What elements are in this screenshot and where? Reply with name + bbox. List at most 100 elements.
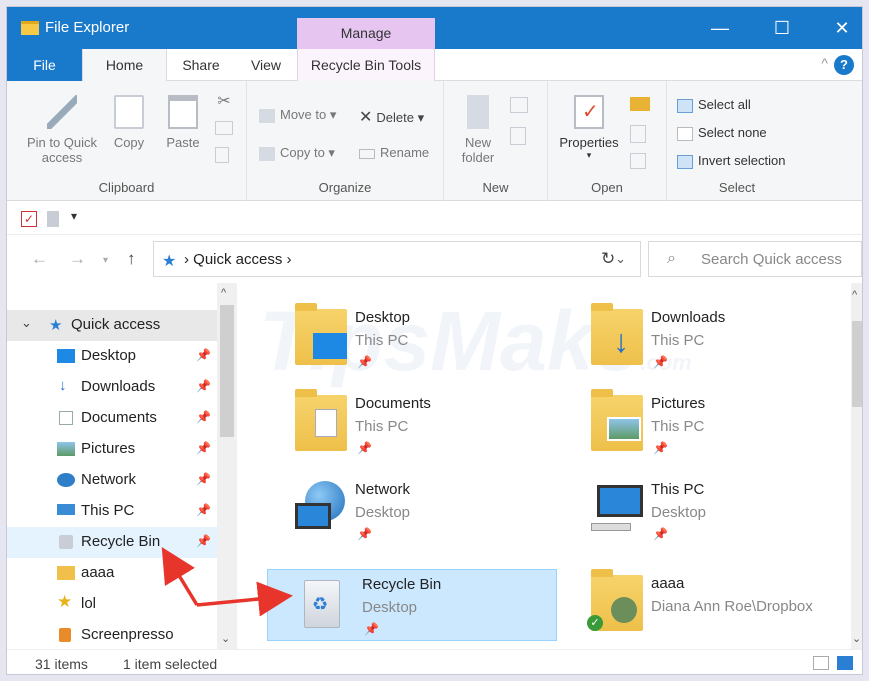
tile-documents[interactable]: Documents This PC 📌 xyxy=(261,389,551,461)
scroll-down-arrow-icon[interactable]: ⌄ xyxy=(852,632,861,645)
desktop-folder-icon xyxy=(295,303,347,365)
tab-file[interactable]: File xyxy=(7,49,82,81)
copy-to-icon xyxy=(259,146,275,161)
delete-button[interactable]: ✕ Delete ▾ xyxy=(359,107,424,127)
delete-x-icon: ✕ xyxy=(359,109,373,126)
maximize-button[interactable]: ☐ xyxy=(762,15,802,41)
new-folder-small-icon[interactable] xyxy=(47,211,59,227)
large-icons-view-icon[interactable] xyxy=(837,656,853,670)
tile-pictures[interactable]: Pictures This PC 📌 xyxy=(557,389,847,461)
cut-icon[interactable]: ✂ xyxy=(215,91,233,111)
pictures-icon xyxy=(57,442,75,456)
scroll-up-arrow-icon[interactable]: ^ xyxy=(221,287,226,299)
title-bar: File Explorer Manage — ☐ ✕ xyxy=(7,7,862,49)
network-icon xyxy=(57,473,75,487)
refresh-icon[interactable]: ↻ xyxy=(601,249,615,269)
nav-item-documents[interactable]: Documents 📌 xyxy=(7,403,217,434)
pin-icon[interactable]: 📌 xyxy=(196,441,211,455)
tab-view[interactable]: View xyxy=(235,49,297,81)
address-bar[interactable]: ★ › Quick access › ⌄ xyxy=(153,241,641,277)
tile-aaaa[interactable]: ✓ aaaa Diana Ann Roe\Dropbox xyxy=(557,569,847,641)
pin-icon[interactable]: 📌 xyxy=(196,410,211,424)
new-folder-button[interactable]: New folder xyxy=(452,95,504,165)
tile-network[interactable]: Network Desktop 📌 xyxy=(261,475,551,547)
close-button[interactable]: ✕ xyxy=(822,15,862,41)
nav-quick-access[interactable]: ⌄ ★ Quick access xyxy=(7,310,217,341)
status-bar: 31 items 1 item selected xyxy=(7,649,862,674)
copy-path-icon[interactable] xyxy=(215,121,233,135)
select-none-button[interactable]: Select none xyxy=(677,125,767,141)
nav-scrollbar[interactable]: ^ ⌄ xyxy=(217,283,237,649)
copy-to-button[interactable]: Copy to ▾ xyxy=(259,145,335,161)
pin-icon[interactable]: 📌 xyxy=(196,348,211,362)
rename-button[interactable]: Rename xyxy=(359,145,429,160)
scroll-down-arrow-icon[interactable]: ⌄ xyxy=(221,632,230,645)
minimize-button[interactable]: — xyxy=(700,15,740,41)
tile-recycle-bin[interactable]: ♻ Recycle Bin Desktop 📌 xyxy=(267,569,557,641)
nav-item-aaaa[interactable]: aaaa xyxy=(7,558,217,589)
nav-item-downloads[interactable]: ↓ Downloads 📌 xyxy=(7,372,217,403)
paste-shortcut-icon[interactable] xyxy=(215,147,229,163)
paste-button[interactable]: Paste xyxy=(161,95,205,150)
pin-icon: 📌 xyxy=(357,441,372,455)
user-folder-icon xyxy=(57,566,75,580)
invert-selection-button[interactable]: Invert selection xyxy=(677,153,785,169)
nav-item-lol[interactable]: ★ lol xyxy=(7,589,217,620)
history-icon[interactable] xyxy=(630,153,646,169)
computer-icon xyxy=(591,481,643,537)
pin-to-quick-access-button[interactable]: Pin to Quick access xyxy=(23,95,101,165)
pin-icon[interactable]: 📌 xyxy=(196,534,211,548)
organize-group: Move to ▾ Copy to ▾ ✕ Delete ▾ Rename Org… xyxy=(247,81,444,201)
tab-home[interactable]: Home xyxy=(82,49,167,81)
expand-chevron-icon[interactable]: ⌄ xyxy=(21,315,32,331)
pin-icon[interactable]: 📌 xyxy=(196,503,211,517)
pin-icon[interactable]: 📌 xyxy=(196,472,211,486)
select-group-label: Select xyxy=(718,180,756,195)
up-arrow-icon[interactable]: ↑ xyxy=(127,249,136,269)
recent-locations-icon[interactable]: ▾ xyxy=(103,255,108,266)
tile-downloads[interactable]: ↓ Downloads This PC 📌 xyxy=(557,303,847,375)
nav-scrollbar-thumb[interactable] xyxy=(220,305,234,437)
pin-icon xyxy=(47,95,77,129)
search-placeholder: Search Quick access xyxy=(701,251,842,268)
properties-button[interactable]: Properties ▾ xyxy=(552,95,626,161)
recycle-bin-icon: ♻ xyxy=(296,576,348,632)
move-to-button[interactable]: Move to ▾ xyxy=(259,107,336,123)
properties-check-icon[interactable]: ✓ xyxy=(21,211,37,227)
nav-item-this-pc[interactable]: This PC 📌 xyxy=(7,496,217,527)
content-scrollbar-thumb[interactable] xyxy=(852,321,862,407)
address-dropdown-icon[interactable]: ⌄ xyxy=(615,251,626,267)
window-title: File Explorer xyxy=(45,19,130,36)
search-input[interactable]: ⌕ Search Quick access xyxy=(648,241,862,277)
tile-this-pc[interactable]: This PC Desktop 📌 xyxy=(557,475,847,547)
select-group: Select all Select none Invert selection … xyxy=(667,81,807,201)
content-scrollbar[interactable]: ^ ⌄ xyxy=(851,283,862,649)
help-icon[interactable]: ? xyxy=(834,55,854,75)
pin-icon[interactable]: 📌 xyxy=(196,379,211,393)
nav-item-recycle-bin[interactable]: Recycle Bin 📌 xyxy=(7,527,217,558)
nav-item-desktop[interactable]: Desktop 📌 xyxy=(7,341,217,372)
tab-manage[interactable]: Manage xyxy=(297,18,435,49)
edit-icon[interactable] xyxy=(630,125,646,143)
pin-icon: 📌 xyxy=(364,622,379,636)
tab-recycle-bin-tools[interactable]: Recycle Bin Tools xyxy=(297,49,435,81)
copy-button[interactable]: Copy xyxy=(107,95,151,150)
new-item-icon[interactable] xyxy=(510,97,528,113)
nav-item-screenpresso[interactable]: Screenpresso xyxy=(7,620,217,651)
content-pane: TipsMake.com Desktop This PC 📌 ↓ Downloa… xyxy=(239,283,851,649)
nav-item-network[interactable]: Network 📌 xyxy=(7,465,217,496)
forward-arrow-icon[interactable]: → xyxy=(69,249,86,269)
easy-access-icon[interactable] xyxy=(510,127,526,145)
nav-item-pictures[interactable]: Pictures 📌 xyxy=(7,434,217,465)
select-all-button[interactable]: Select all xyxy=(677,97,751,113)
tab-share[interactable]: Share xyxy=(167,49,235,81)
scroll-up-arrow-icon[interactable]: ^ xyxy=(852,289,857,301)
copy-icon xyxy=(114,95,144,129)
open-folder-icon[interactable] xyxy=(630,97,650,111)
back-arrow-icon[interactable]: ← xyxy=(31,249,48,269)
collapse-ribbon-button[interactable]: ^ xyxy=(821,55,828,71)
breadcrumb-quick-access[interactable]: Quick access xyxy=(193,251,282,268)
details-view-icon[interactable] xyxy=(813,656,829,670)
customize-toolbar-icon[interactable]: ▾ xyxy=(71,209,77,223)
tile-desktop[interactable]: Desktop This PC 📌 xyxy=(261,303,551,375)
